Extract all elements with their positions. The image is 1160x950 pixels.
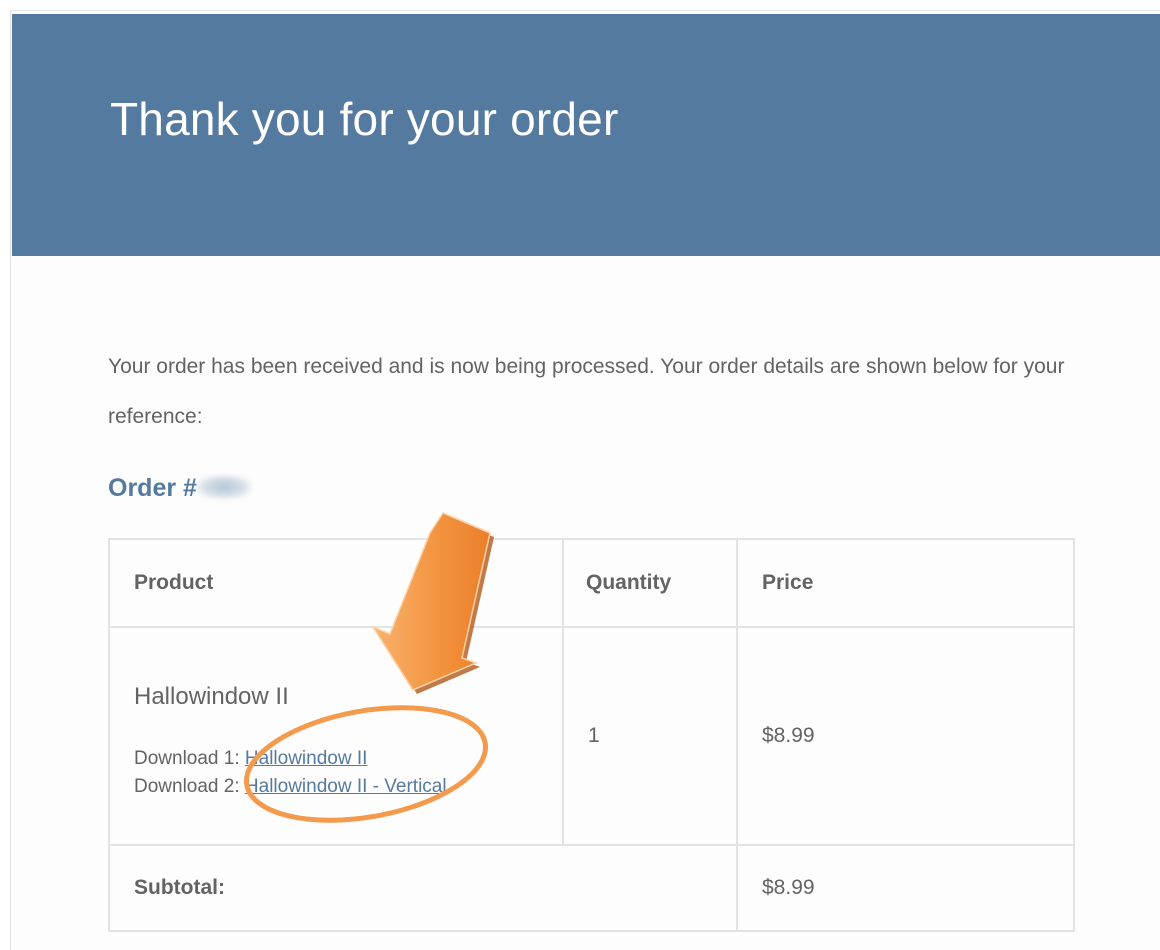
- subtotal-label: Subtotal:: [108, 844, 738, 932]
- download-link-2[interactable]: Hallowindow II - Vertical: [245, 776, 447, 797]
- product-cell: Hallowindow II Download 1: Hallowindow I…: [108, 626, 564, 846]
- subtotal-value: $8.99: [736, 844, 1075, 932]
- download-label: Download 1:: [134, 748, 245, 769]
- header-banner: Thank you for your order: [12, 14, 1160, 256]
- table-row: Hallowindow II Download 1: Hallowindow I…: [108, 626, 1075, 846]
- order-title: Order #: [108, 474, 251, 503]
- download-list: Download 1: Hallowindow II Download 2: H…: [134, 745, 538, 801]
- product-name: Hallowindow II: [134, 683, 289, 710]
- header-price: Price: [736, 538, 1075, 628]
- subtotal-row: Subtotal: $8.99: [108, 844, 1075, 932]
- order-number-redacted: [196, 475, 251, 499]
- page-title: Thank you for your order: [110, 93, 619, 145]
- header-product: Product: [108, 538, 564, 628]
- download-item-1: Download 1: Hallowindow II: [134, 745, 538, 773]
- order-table: Product Quantity Price Hallowindow II Do…: [108, 538, 1075, 932]
- download-label: Download 2:: [134, 776, 245, 797]
- download-item-2: Download 2: Hallowindow II - Vertical: [134, 773, 538, 801]
- order-title-prefix: Order #: [108, 474, 197, 502]
- download-link-1[interactable]: Hallowindow II: [245, 748, 368, 769]
- table-header-row: Product Quantity Price: [108, 538, 1075, 628]
- header-quantity: Quantity: [562, 538, 738, 628]
- price-cell: $8.99: [736, 626, 1075, 846]
- quantity-cell: 1: [562, 626, 738, 846]
- intro-text: Your order has been received and is now …: [108, 355, 1065, 428]
